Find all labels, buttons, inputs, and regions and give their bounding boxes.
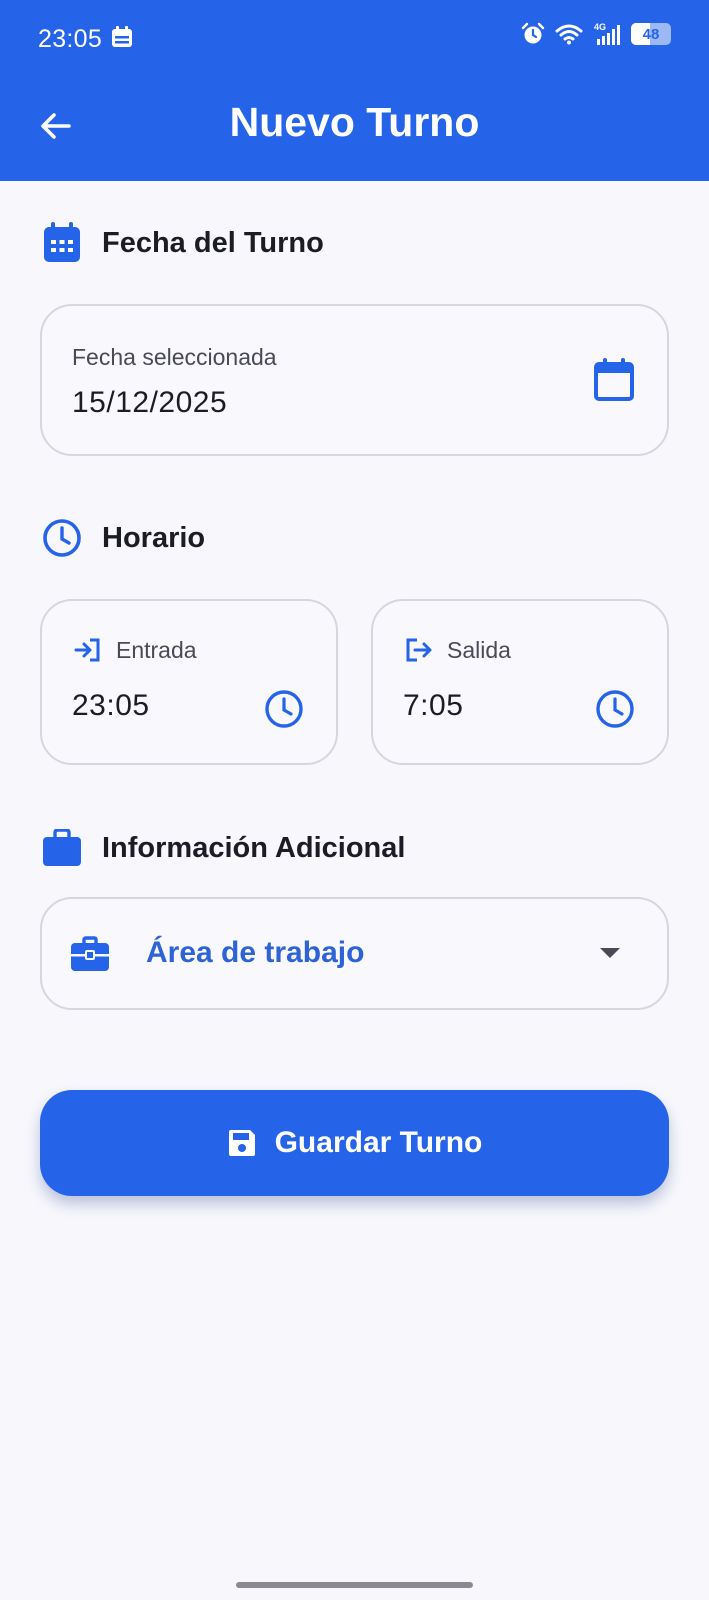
entry-time-value: 23:05	[72, 689, 150, 722]
info-section-title: Información Adicional	[102, 831, 406, 864]
login-icon	[74, 638, 100, 662]
battery-level: 48	[642, 25, 660, 43]
date-field-value: 15/12/2025	[72, 386, 228, 419]
entry-label: Entrada	[116, 637, 197, 663]
save-shift-button[interactable]: Guardar Turno	[40, 1090, 669, 1196]
dropdown-arrow-icon[interactable]	[599, 947, 621, 959]
app-bar: 23:05 4G 48 Nuevo Turno	[0, 0, 709, 181]
page-title: Nuevo Turno	[229, 99, 480, 145]
svg-text:4G: 4G	[594, 22, 606, 32]
entry-clock-icon[interactable]	[264, 689, 304, 729]
work-area-icon	[71, 936, 109, 971]
alarm-icon	[521, 22, 545, 44]
logout-icon	[406, 638, 432, 662]
save-button-label: Guardar Turno	[274, 1126, 483, 1159]
date-field[interactable]: Fecha seleccionada 15/12/2025	[40, 304, 669, 456]
date-field-label: Fecha seleccionada	[72, 344, 277, 370]
home-indicator[interactable]	[236, 1582, 473, 1588]
clock-icon	[43, 519, 81, 557]
exit-time-field[interactable]: Salida 7:05	[371, 599, 669, 765]
calendar-notification-icon	[112, 26, 132, 47]
date-section-header: Fecha del Turno	[42, 222, 324, 264]
status-icons: 4G 48	[521, 22, 671, 46]
date-section-title: Fecha del Turno	[102, 226, 324, 259]
info-section-header: Información Adicional	[42, 829, 405, 867]
exit-clock-icon[interactable]	[595, 689, 635, 729]
work-area-placeholder: Área de trabajo	[146, 936, 365, 969]
work-area-dropdown[interactable]: Área de trabajo	[40, 897, 669, 1010]
status-time: 23:05	[38, 25, 103, 53]
cellular-signal-icon: 4G	[594, 22, 620, 45]
wifi-icon	[555, 24, 583, 45]
exit-label: Salida	[447, 637, 511, 663]
entry-time-field[interactable]: Entrada 23:05	[40, 599, 338, 765]
calendar-icon	[44, 222, 80, 262]
exit-time-value: 7:05	[403, 689, 464, 722]
battery-icon: 48	[631, 23, 671, 45]
schedule-section-header: Horario	[42, 518, 205, 558]
calendar-picker-icon[interactable]	[593, 358, 635, 402]
save-icon	[228, 1130, 255, 1156]
schedule-section-title: Horario	[102, 521, 206, 554]
briefcase-icon	[43, 829, 81, 866]
